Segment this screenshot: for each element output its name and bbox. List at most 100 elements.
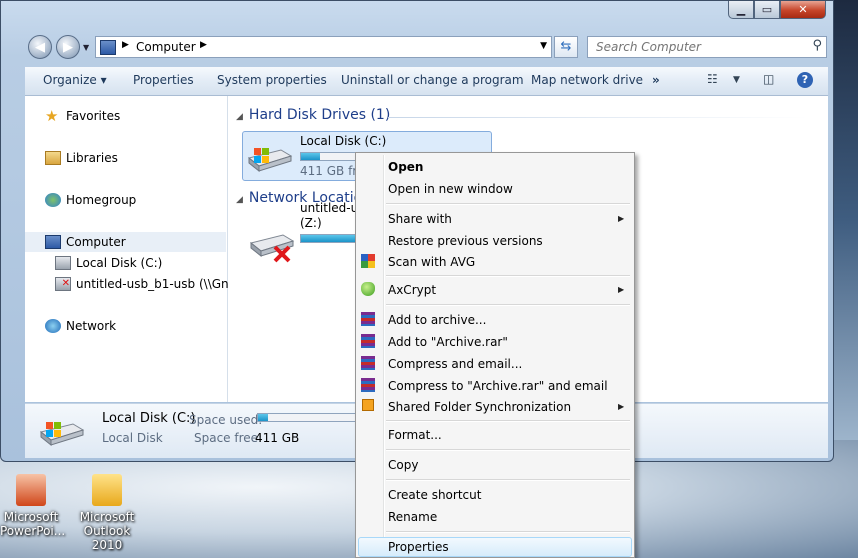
preview-pane-icon[interactable]: ◫ — [763, 72, 774, 86]
search-box[interactable]: ⚲ — [587, 36, 827, 58]
group-hard-disk-drives[interactable]: ◢ Hard Disk Drives (1) — [236, 107, 390, 123]
nav-local-disk[interactable]: Local Disk (C:) — [55, 256, 162, 270]
view-dropdown-icon[interactable]: ▼ — [733, 75, 740, 85]
nav-usb-drive[interactable]: ✕ untitled-usb_b1-usb (\\Gns-: — [55, 277, 243, 291]
organize-button[interactable]: Organize ▾ — [43, 73, 107, 87]
nav-network[interactable]: Network — [45, 319, 116, 333]
details-name: Local Disk (C:) — [102, 411, 196, 426]
more-commands-button[interactable]: » — [652, 73, 660, 87]
context-menu: Open Open in new window Share with ▶ Res… — [355, 152, 635, 558]
network-drive-letter: (Z:) — [300, 216, 322, 230]
desktop-edge-right — [834, 0, 858, 440]
recent-pages-dropdown[interactable]: ▼ — [83, 43, 89, 52]
nav-computer[interactable]: Computer — [45, 235, 126, 249]
libraries-icon — [45, 151, 61, 165]
usage-fill — [301, 235, 359, 242]
usage-fill — [301, 153, 320, 160]
menu-compress-rar-email[interactable]: Compress to "Archive.rar" and email — [388, 376, 608, 396]
system-properties-button[interactable]: System properties — [217, 73, 327, 87]
desktop-icon-powerpoint[interactable]: Microsoft PowerPoi... — [0, 474, 66, 538]
minimize-icon: ▁ — [736, 3, 746, 16]
details-space-free-label: Space free: — [194, 431, 263, 445]
menu-scan-avg[interactable]: Scan with AVG — [388, 252, 475, 272]
menu-separator — [386, 203, 630, 205]
breadcrumb-computer[interactable]: Computer — [136, 40, 196, 54]
nav-libraries[interactable]: Libraries — [45, 151, 118, 165]
menu-separator — [386, 449, 630, 451]
powerpoint-label-2: PowerPoi... — [0, 524, 66, 538]
breadcrumb-arrow-icon[interactable]: ▶ — [200, 40, 207, 50]
back-arrow-icon: ◀ — [35, 39, 45, 55]
submenu-arrow-icon: ▶ — [618, 285, 625, 294]
group-divider — [388, 117, 808, 118]
address-dropdown-icon[interactable]: ▼ — [540, 41, 547, 51]
network-icon — [45, 319, 61, 333]
sync-icon — [362, 399, 374, 411]
menu-format[interactable]: Format... — [388, 425, 442, 445]
search-input[interactable] — [594, 39, 798, 55]
menu-shared-folder-sync[interactable]: Shared Folder Synchronization — [388, 397, 571, 417]
back-button[interactable]: ◀ — [28, 35, 52, 59]
menu-add-archive[interactable]: Add to archive... — [388, 310, 486, 330]
menu-restore-previous[interactable]: Restore previous versions — [388, 231, 543, 251]
nav-libraries-label: Libraries — [66, 151, 118, 165]
breadcrumb-arrow-icon[interactable]: ▶ — [122, 40, 129, 50]
menu-open-new-window[interactable]: Open in new window — [388, 179, 513, 199]
winrar-icon — [361, 356, 375, 370]
menu-separator — [386, 479, 630, 481]
usage-fill — [258, 414, 268, 421]
menu-rename[interactable]: Rename — [388, 507, 437, 527]
menu-axcrypt[interactable]: AxCrypt — [388, 280, 436, 300]
properties-button[interactable]: Properties — [133, 73, 194, 87]
uninstall-program-button[interactable]: Uninstall or change a program — [341, 73, 524, 87]
local-disk-name: Local Disk (C:) — [300, 134, 387, 148]
menu-open[interactable]: Open — [388, 157, 423, 177]
menu-separator — [386, 275, 630, 277]
details-space-used-label: Space used: — [189, 413, 263, 427]
nav-network-label: Network — [66, 319, 117, 333]
caption-buttons: ▁ ▭ ✕ — [728, 1, 826, 19]
axcrypt-icon — [361, 282, 375, 296]
computer-icon — [100, 40, 116, 55]
maximize-button[interactable]: ▭ — [754, 1, 780, 19]
menu-compress-email[interactable]: Compress and email... — [388, 354, 522, 374]
command-bar: Organize ▾ Properties System properties … — [25, 67, 828, 96]
address-bar[interactable]: ▶ Computer ▶ ▼ — [95, 36, 552, 58]
disconnected-network-drive-icon — [249, 229, 295, 263]
forward-arrow-icon: ▶ — [63, 39, 73, 55]
windows-drive-icon — [247, 144, 293, 173]
winrar-icon — [361, 378, 375, 392]
collapse-arrow-icon[interactable]: ◢ — [236, 112, 243, 122]
change-view-icon[interactable]: ☷ — [707, 72, 718, 86]
homegroup-icon — [45, 193, 61, 207]
nav-local-disk-label: Local Disk (C:) — [76, 256, 163, 270]
map-network-drive-button[interactable]: Map network drive — [531, 73, 643, 87]
desktop-icon-outlook[interactable]: Microsoft Outlook 2010 — [74, 474, 140, 552]
nav-homegroup[interactable]: Homegroup — [45, 193, 136, 207]
nav-favorites[interactable]: ★ Favorites — [45, 109, 120, 124]
menu-create-shortcut[interactable]: Create shortcut — [388, 485, 481, 505]
computer-icon — [45, 235, 61, 249]
search-icon[interactable]: ⚲ — [812, 38, 822, 53]
outlook-label-2: Outlook 2010 — [83, 524, 131, 552]
help-icon[interactable]: ? — [797, 72, 813, 88]
winrar-icon — [361, 312, 375, 326]
submenu-arrow-icon: ▶ — [618, 214, 625, 223]
minimize-button[interactable]: ▁ — [728, 1, 754, 19]
refresh-button[interactable]: ⇆ — [554, 36, 578, 58]
close-icon: ✕ — [798, 3, 808, 16]
menu-add-archive-rar[interactable]: Add to "Archive.rar" — [388, 332, 508, 352]
menu-copy[interactable]: Copy — [388, 455, 418, 475]
refresh-icon: ⇆ — [560, 39, 572, 54]
collapse-arrow-icon[interactable]: ◢ — [236, 195, 243, 205]
menu-share-with[interactable]: Share with — [388, 209, 452, 229]
menu-separator — [386, 531, 630, 533]
windows-drive-icon — [39, 418, 85, 449]
forward-button[interactable]: ▶ — [56, 35, 80, 59]
powerpoint-icon — [16, 474, 46, 506]
close-button[interactable]: ✕ — [780, 1, 826, 19]
submenu-arrow-icon: ▶ — [618, 402, 625, 411]
avg-icon — [361, 254, 375, 268]
menu-properties[interactable]: Properties — [388, 537, 449, 557]
powerpoint-label-1: Microsoft — [3, 510, 59, 524]
